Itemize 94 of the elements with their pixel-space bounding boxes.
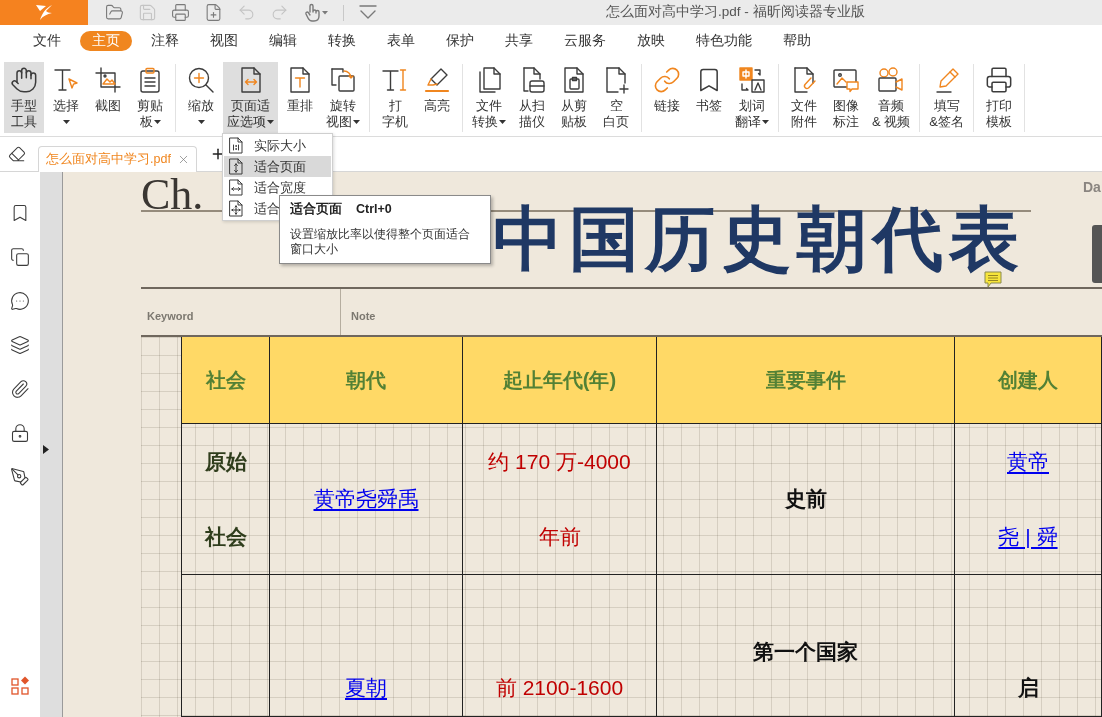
note-label: Note bbox=[351, 310, 376, 322]
translate-icon bbox=[738, 66, 766, 94]
printer-icon bbox=[984, 66, 1013, 94]
typewriter-button[interactable]: 打 字机 bbox=[375, 62, 415, 133]
apps-icon[interactable] bbox=[10, 676, 30, 695]
fit-visible-icon bbox=[229, 200, 243, 217]
cell-text: 年前 bbox=[538, 523, 581, 550]
audio-video-button[interactable]: 音频 & 视频 bbox=[868, 62, 915, 133]
screenshot-button[interactable]: 截图 bbox=[88, 62, 128, 133]
date-label: Da bbox=[1083, 178, 1101, 197]
menu-tab[interactable]: 编辑 bbox=[257, 31, 309, 51]
cell-text: 前 2100-1600 bbox=[495, 675, 624, 701]
from-scanner-button[interactable]: 从扫 描仪 bbox=[512, 62, 552, 133]
file-attachment-button[interactable]: 文件 附件 bbox=[784, 62, 824, 133]
comments-icon[interactable] bbox=[10, 291, 30, 311]
pages-icon[interactable] bbox=[10, 247, 30, 267]
column-header: 朝代 bbox=[270, 337, 463, 424]
expand-arrow-icon[interactable] bbox=[43, 445, 49, 454]
column-header: 创建人 bbox=[955, 337, 1102, 424]
zoom-in-icon bbox=[187, 66, 215, 94]
dynasty-link[interactable]: 尧 | 舜 bbox=[998, 523, 1058, 550]
video-camera-icon bbox=[877, 66, 906, 94]
tooltip-title: 适合页面 bbox=[290, 201, 342, 218]
cell-text: 史前 bbox=[784, 486, 827, 512]
pen-nib-icon[interactable] bbox=[10, 467, 30, 487]
link-icon bbox=[653, 66, 681, 94]
cell-text: 社会 bbox=[204, 523, 247, 550]
page-fit-options-button[interactable]: 页面适 应选项 bbox=[223, 62, 278, 133]
touch-hand-icon[interactable] bbox=[303, 3, 329, 22]
new-file-icon[interactable] bbox=[204, 3, 223, 22]
text-cursor-icon bbox=[52, 66, 80, 94]
column-header: 重要事件 bbox=[657, 337, 955, 424]
menu-tab[interactable]: 表单 bbox=[375, 31, 427, 51]
cell-text: 第一个国家 bbox=[753, 639, 858, 665]
dynasty-link[interactable]: 黄帝尧舜禹 bbox=[313, 486, 419, 512]
fit-width-icon bbox=[229, 179, 243, 196]
select-button[interactable]: 选择 bbox=[46, 62, 86, 133]
menu-item[interactable]: 实际大小 bbox=[224, 135, 331, 156]
menu-tab[interactable]: 文件 bbox=[21, 31, 73, 51]
bookmark-button[interactable]: 书签 bbox=[689, 62, 729, 133]
eraser-icon[interactable] bbox=[8, 145, 26, 163]
menu-item[interactable]: 适合页面 bbox=[224, 156, 331, 177]
image-comment-icon bbox=[832, 66, 860, 94]
rotate-pages-icon bbox=[329, 66, 357, 94]
menu-tab[interactable]: 转换 bbox=[316, 31, 368, 51]
fill-sign-button[interactable]: 填写 &签名 bbox=[925, 62, 968, 133]
close-icon[interactable] bbox=[177, 153, 190, 166]
translate-button[interactable]: 划词 翻译 bbox=[731, 62, 773, 133]
reflow-button[interactable]: 重排 bbox=[280, 62, 320, 133]
dynasty-link[interactable]: 黄帝 bbox=[1007, 448, 1049, 475]
rotate-view-button[interactable]: 旋转 视图 bbox=[322, 62, 364, 133]
menu-tab[interactable]: 云服务 bbox=[552, 31, 618, 51]
cell-text: 原始 bbox=[204, 448, 247, 475]
from-clipboard-button[interactable]: 从剪 贴板 bbox=[554, 62, 594, 133]
menu-tab[interactable]: 注释 bbox=[139, 31, 191, 51]
lock-icon[interactable] bbox=[10, 423, 30, 443]
file-convert-button[interactable]: 文件 转换 bbox=[468, 62, 510, 133]
menu-tab[interactable]: 视图 bbox=[198, 31, 250, 51]
fit-page-icon bbox=[229, 158, 243, 175]
folder-icon[interactable] bbox=[105, 3, 124, 22]
menu-tab[interactable]: 放映 bbox=[625, 31, 677, 51]
layers-icon[interactable] bbox=[10, 335, 30, 355]
crop-image-icon bbox=[94, 66, 122, 94]
printer-icon[interactable] bbox=[171, 3, 190, 22]
menu-tab[interactable]: 特色功能 bbox=[684, 31, 764, 51]
menu-tab[interactable]: 保护 bbox=[434, 31, 486, 51]
print-template-button[interactable]: 打印 模板 bbox=[978, 62, 1019, 133]
keyword-label: Keyword bbox=[147, 310, 194, 322]
zoom-button[interactable]: 缩放 bbox=[181, 62, 221, 133]
cell-text: 启 bbox=[1017, 675, 1039, 701]
column-header: 起止年代(年) bbox=[463, 337, 657, 424]
menu-tab[interactable]: 共享 bbox=[493, 31, 545, 51]
menu-item[interactable]: 适合宽度 bbox=[224, 177, 331, 198]
dynasty-link[interactable]: 夏朝 bbox=[345, 675, 387, 701]
image-annotation-button[interactable]: 图像 标注 bbox=[826, 62, 866, 133]
scroll-handle[interactable] bbox=[1092, 225, 1102, 283]
shortcut-label: Ctrl+0 bbox=[356, 201, 392, 218]
blank-page-button[interactable]: 空 白页 bbox=[596, 62, 636, 133]
hand-icon bbox=[10, 66, 38, 94]
highlight-button[interactable]: 高亮 bbox=[417, 62, 457, 133]
window-title: 怎么面对高中学习.pdf - 福昕阅读器专业版 bbox=[606, 3, 865, 22]
menu-tab[interactable]: 帮助 bbox=[771, 31, 823, 51]
page-title: 中国历史朝代表 bbox=[493, 199, 1025, 279]
highlighter-icon bbox=[423, 66, 451, 94]
hand-tool-button[interactable]: 手型 工具 bbox=[4, 62, 44, 133]
typewriter-icon bbox=[381, 66, 409, 94]
cell-text: 约 170 万-4000 bbox=[488, 448, 631, 475]
chapter-label: Ch. bbox=[141, 170, 204, 219]
link-button[interactable]: 链接 bbox=[647, 62, 687, 133]
column-header: 社会 bbox=[182, 337, 270, 424]
clipboard-button[interactable]: 剪贴 板 bbox=[130, 62, 170, 133]
tooltip-description: 设置缩放比率以使得整个页面适合窗口大小 bbox=[290, 226, 471, 257]
attachment-icon[interactable] bbox=[10, 379, 30, 399]
actual-size-icon bbox=[229, 137, 243, 154]
